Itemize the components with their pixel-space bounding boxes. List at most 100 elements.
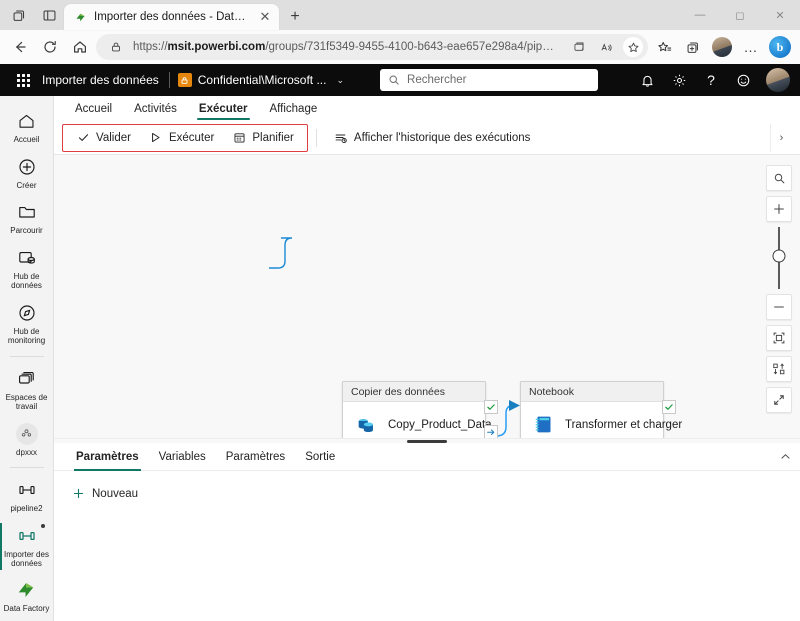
sidebar-item-importer-des-donnees[interactable]: Importer des données: [0, 519, 54, 574]
app-body: Accueil Créer Parcourir Hub de données H…: [0, 96, 800, 621]
collections-icon[interactable]: [679, 33, 707, 61]
node-completion-port[interactable]: [484, 425, 498, 438]
collapse-panel-icon[interactable]: [770, 443, 800, 471]
tab-affichage[interactable]: Affichage: [259, 96, 329, 121]
window-controls: — ◻ ✕: [680, 0, 800, 30]
canvas-surface[interactable]: Copier des données Copy_Product_Data Not…: [54, 155, 800, 438]
pipeline-canvas[interactable]: Copier des données Copy_Product_Data Not…: [54, 155, 800, 438]
sensitivity-label[interactable]: Confidential\Microsoft ... ⌄: [170, 73, 352, 87]
close-window-button[interactable]: ✕: [760, 0, 800, 30]
zoom-out-button[interactable]: [766, 294, 792, 320]
planifier-button[interactable]: Planifier: [223, 126, 303, 150]
favorites-icon[interactable]: [650, 33, 678, 61]
data-factory-icon: [73, 10, 87, 24]
browser-tab[interactable]: Importer des données - Data Factory ✕: [64, 4, 279, 30]
tab-parametres-2[interactable]: Paramètres: [216, 443, 295, 471]
run-group-highlight: Valider Exécuter Planifier: [62, 123, 308, 152]
more-options-icon[interactable]: …: [737, 33, 765, 61]
chevron-down-icon[interactable]: ⌄: [332, 75, 344, 86]
rail-divider: [9, 355, 44, 357]
tab-actions-icon[interactable]: [4, 0, 34, 30]
executer-button[interactable]: Exécuter: [140, 126, 223, 150]
sidebar-item-hub-de-monitoring[interactable]: Hub de monitoring: [0, 296, 54, 351]
ribbon-divider: [315, 128, 317, 147]
search-input[interactable]: Rechercher: [380, 69, 599, 91]
tab-parametres[interactable]: Paramètres: [66, 443, 149, 471]
zoom-to-search-icon[interactable]: [766, 165, 792, 191]
sidebar-item-pipeline2[interactable]: pipeline2: [0, 473, 54, 519]
node-type-label: Copier des données: [343, 382, 485, 402]
maximize-button[interactable]: ◻: [720, 0, 760, 30]
tab-executer[interactable]: Exécuter: [188, 96, 259, 121]
ribbon-toolbar: Valider Exécuter Planifier Afficher l'hi…: [54, 121, 800, 155]
profile-avatar[interactable]: [708, 33, 736, 61]
tab-accueil[interactable]: Accueil: [64, 96, 123, 121]
bell-icon[interactable]: [632, 65, 662, 95]
home-icon[interactable]: [66, 33, 94, 61]
executer-label: Exécuter: [168, 131, 215, 144]
sidebar-item-accueil[interactable]: Accueil: [0, 104, 54, 150]
tab-activites[interactable]: Activités: [123, 96, 188, 121]
sidebar-item-label: Créer: [16, 180, 37, 190]
smiley-icon[interactable]: [728, 65, 758, 95]
canvas-toolbar: [766, 165, 792, 413]
auto-layout-icon[interactable]: [766, 356, 792, 382]
address-bar[interactable]: https://msit.powerbi.com/groups/731f5349…: [96, 34, 648, 60]
sidebar-item-creer[interactable]: Créer: [0, 150, 54, 196]
tab-search-icon[interactable]: [34, 0, 64, 30]
pipeline-node-notebook[interactable]: Notebook Transformer et charger: [520, 381, 682, 438]
new-tab-button[interactable]: +: [281, 4, 309, 30]
app-launcher-icon[interactable]: [8, 65, 38, 95]
nouveau-button[interactable]: Nouveau: [72, 487, 138, 500]
close-icon[interactable]: ✕: [257, 9, 273, 25]
afficher-historique-button[interactable]: Afficher l'historique des exécutions: [325, 126, 540, 150]
powerbi-header: Importer des données Confidential\Micros…: [0, 64, 800, 96]
node-name: Copy_Product_Data: [388, 418, 492, 431]
valider-button[interactable]: Valider: [67, 126, 140, 150]
home-icon: [15, 109, 39, 133]
tab-variables[interactable]: Variables: [149, 443, 216, 471]
collapse-canvas-icon[interactable]: [766, 387, 792, 413]
zoom-slider-thumb[interactable]: [772, 249, 786, 263]
fit-to-screen-icon[interactable]: [766, 325, 792, 351]
rail-footer[interactable]: Data Factory: [4, 578, 49, 621]
monitoring-icon: [15, 301, 39, 325]
pipeline-node-copy-data[interactable]: Copier des données Copy_Product_Data: [342, 381, 492, 438]
ribbon-overflow-button[interactable]: ›: [770, 123, 792, 152]
sidebar-item-label: Importer des données: [4, 549, 49, 569]
split-screen-icon[interactable]: [569, 37, 589, 57]
copy-data-icon: [355, 414, 377, 436]
refresh-icon[interactable]: [36, 33, 64, 61]
help-icon[interactable]: ?: [696, 65, 726, 95]
sidebar-item-dpxxx[interactable]: dpxxx: [0, 417, 54, 463]
user-avatar[interactable]: [766, 68, 790, 92]
sidebar-item-espaces-de-travail[interactable]: Espaces de travail: [0, 362, 54, 417]
nouveau-label: Nouveau: [92, 487, 139, 500]
zoom-slider-track[interactable]: [772, 227, 786, 289]
folder-icon: [15, 200, 39, 224]
splitter-grip[interactable]: [407, 440, 447, 443]
node-success-port[interactable]: [662, 400, 676, 414]
copilot-icon[interactable]: b: [766, 33, 794, 61]
node-success-port[interactable]: [484, 400, 498, 414]
add-favorite-icon[interactable]: [623, 37, 643, 57]
pipeline-icon: [15, 478, 39, 502]
back-icon[interactable]: [6, 33, 34, 61]
ribbon-tabs: Accueil Activités Exécuter Affichage: [54, 96, 800, 121]
tab-sortie[interactable]: Sortie: [295, 443, 345, 471]
bottom-panel-tabs: Paramètres Variables Paramètres Sortie: [54, 443, 800, 471]
site-permissions-icon[interactable]: [106, 37, 126, 57]
sidebar-item-hub-de-donnees[interactable]: Hub de données: [0, 241, 54, 296]
node-body: Copy_Product_Data: [343, 402, 492, 438]
minimize-button[interactable]: —: [680, 0, 720, 30]
valider-label: Valider: [96, 131, 131, 144]
zoom-in-button[interactable]: [766, 196, 792, 222]
sensitivity-text: Confidential\Microsoft ...: [197, 73, 327, 87]
zoom-slider[interactable]: [766, 227, 792, 289]
search-placeholder: Rechercher: [407, 74, 467, 86]
read-aloud-icon[interactable]: [596, 37, 616, 57]
gear-icon[interactable]: [664, 65, 694, 95]
main-content: Accueil Activités Exécuter Affichage Val…: [54, 96, 800, 621]
sidebar-item-parcourir[interactable]: Parcourir: [0, 195, 54, 241]
calendar-icon: [232, 131, 246, 145]
